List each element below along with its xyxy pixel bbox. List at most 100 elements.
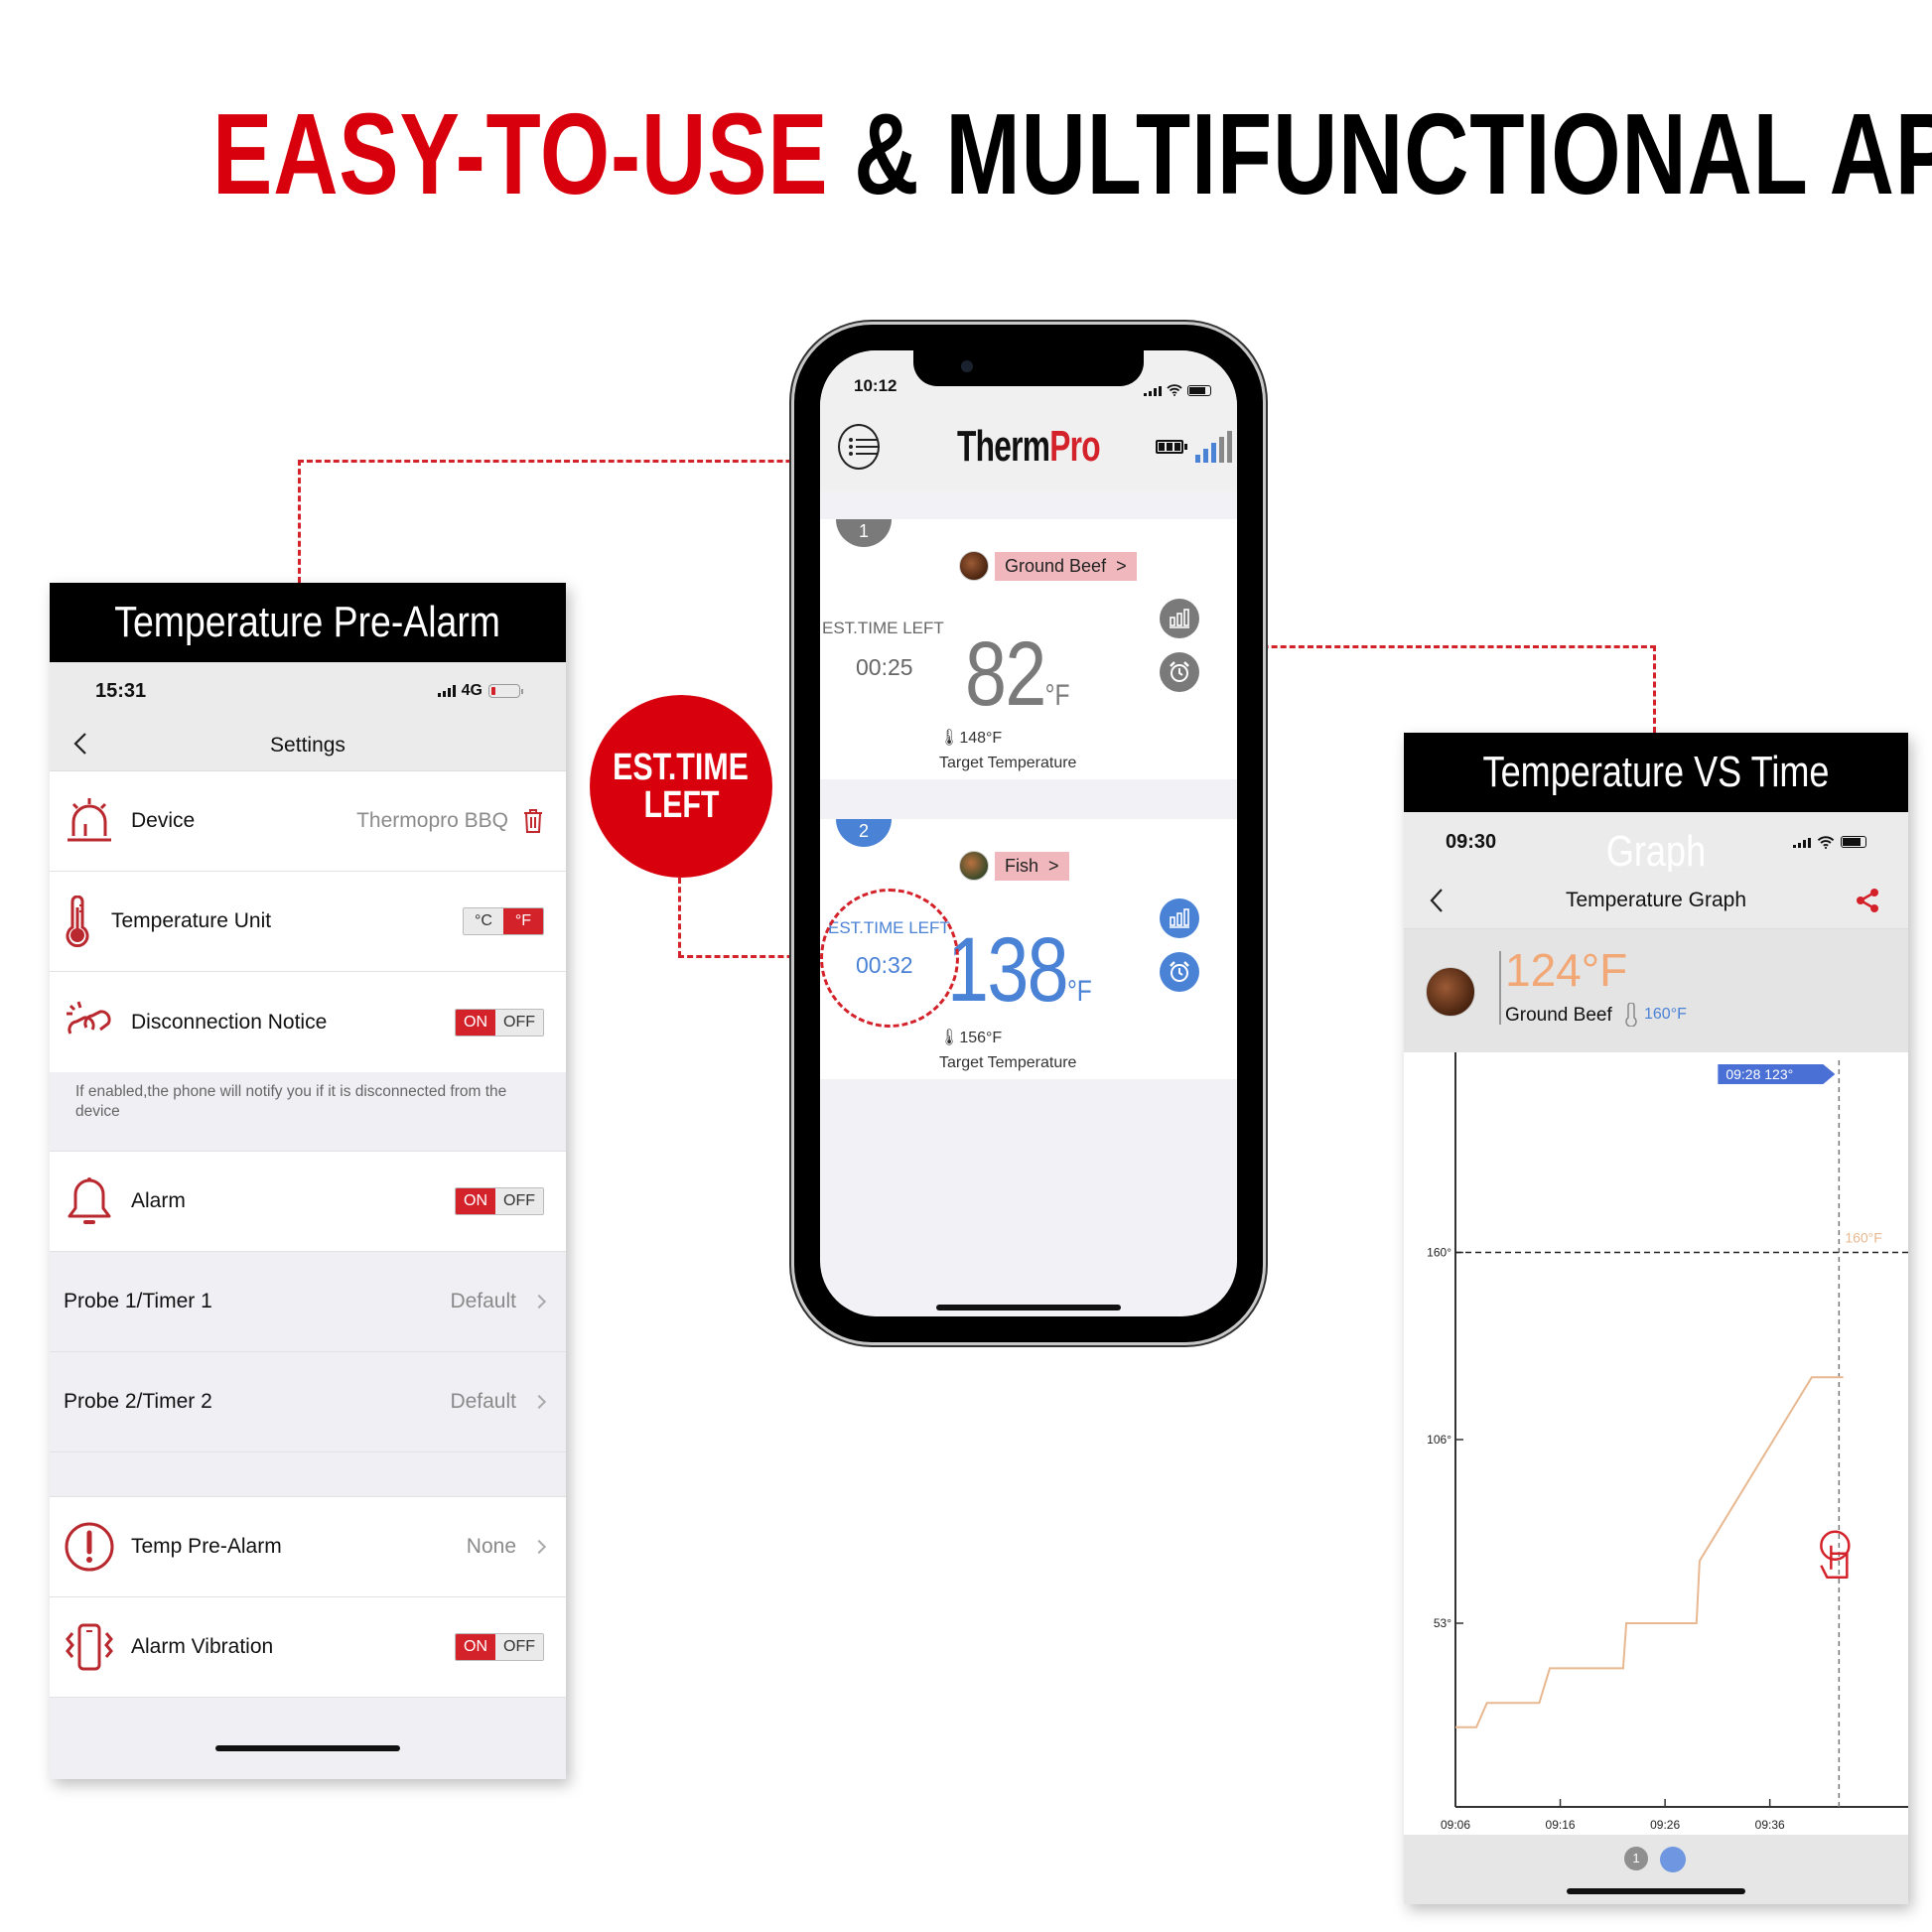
battery-icon (1841, 836, 1866, 848)
bar-chart-icon (1170, 609, 1189, 628)
connector-graph-horizontal (1199, 645, 1656, 648)
alarm-clock-button[interactable] (1160, 952, 1199, 992)
signal-icon (437, 685, 456, 697)
disconnection-label: Disconnection Notice (131, 1010, 328, 1034)
x-tick-label: 09:06 (1441, 1818, 1470, 1832)
settings-navbar: Settings (50, 720, 566, 771)
divider (1499, 951, 1501, 1025)
temperature-unit-toggle[interactable]: °C °F (463, 907, 544, 935)
connector-menu-horizontal (298, 460, 854, 463)
est-time-value: 00:25 (856, 654, 913, 680)
food-selector[interactable]: Fish > (959, 851, 1069, 881)
food-avatar (959, 551, 989, 581)
est-time-label: EST.TIME LEFT (822, 619, 944, 637)
status-bar: 15:31 4G (50, 662, 566, 720)
share-icon[interactable] (1855, 888, 1880, 913)
toggle-off[interactable]: OFF (495, 1009, 543, 1035)
food-name: Ground Beef (1005, 555, 1107, 576)
vibration-toggle[interactable]: ON OFF (455, 1633, 544, 1661)
disconnection-note: If enabled,the phone will notify you if … (50, 1072, 566, 1152)
series-line (1455, 1376, 1844, 1728)
food-name: Ground Beef (1505, 1005, 1612, 1026)
page-dot-1[interactable]: 1 (1624, 1847, 1648, 1870)
app-header: ThermPro (820, 402, 1237, 491)
target-temp: 160°F (1624, 1003, 1687, 1027)
toggle-on[interactable]: ON (456, 1009, 495, 1035)
graph-button[interactable] (1160, 599, 1199, 638)
y-tick-label: 160° (1427, 1246, 1451, 1260)
thermometer-icon (56, 894, 99, 949)
vibration-label: Alarm Vibration (131, 1635, 274, 1658)
section-spacer (50, 1452, 566, 1497)
alarm-toggle[interactable]: ON OFF (455, 1187, 544, 1215)
back-icon[interactable] (71, 732, 89, 756)
connector-est-vertical (678, 878, 681, 957)
phone-mockup: 10:12 ThermPro 1 Ground Beef > EST.TIME … (794, 325, 1263, 1342)
food-name: Fish (1005, 855, 1039, 876)
temperature-graph-panel: Temperature VS Time Graph 09:30 Temperat… (1404, 733, 1908, 1904)
pre-alarm-label: Temp Pre-Alarm (131, 1535, 282, 1558)
alarm-row: Alarm ON OFF (50, 1152, 566, 1252)
disconnection-toggle[interactable]: ON OFF (455, 1008, 544, 1036)
unit-fahrenheit[interactable]: °F (503, 908, 543, 934)
current-temp: 138°F (947, 919, 1092, 1021)
phone-time: 10:12 (854, 376, 897, 395)
toggle-off[interactable]: OFF (495, 1188, 543, 1214)
probe2-timer-row[interactable]: Probe 2/Timer 2 Default (50, 1352, 566, 1452)
unit-celsius[interactable]: °C (464, 908, 503, 934)
network-label: 4G (461, 682, 483, 699)
headline-part1: EASY-TO-USE (212, 89, 829, 218)
disconnection-notice-row: Disconnection Notice ON OFF (50, 972, 566, 1072)
est-time-highlight-circle (820, 889, 959, 1028)
toggle-on[interactable]: ON (456, 1188, 495, 1214)
probe1-timer-row[interactable]: Probe 1/Timer 1 Default (50, 1252, 566, 1352)
connector-graph-vertical (1653, 645, 1656, 733)
tooltip-text: 09:28 123° (1725, 1066, 1793, 1082)
bar-chart-icon (1170, 908, 1189, 928)
y-tick-label: 53° (1434, 1616, 1451, 1630)
wifi-icon (1167, 384, 1182, 396)
current-temp: 124°F (1505, 944, 1628, 996)
chevron-right-icon (531, 1394, 547, 1410)
menu-button[interactable] (838, 424, 880, 470)
alarm-clock-button[interactable] (1160, 652, 1199, 692)
temp-pre-alarm-row[interactable]: Temp Pre-Alarm None (50, 1497, 566, 1597)
callout-line2: LEFT (642, 784, 719, 826)
vibration-icon (62, 1619, 117, 1675)
target-line-label: 160°F (1845, 1230, 1882, 1246)
food-avatar (1426, 967, 1475, 1017)
battery-icon (1187, 384, 1211, 396)
alarm-vibration-row: Alarm Vibration ON OFF (50, 1597, 566, 1698)
est-time-left-callout: EST.TIME LEFT (590, 695, 772, 878)
food-selector[interactable]: Ground Beef > (959, 551, 1137, 581)
graph-button[interactable] (1160, 898, 1199, 938)
home-indicator (1567, 1888, 1745, 1894)
chevron-right-icon (531, 1294, 547, 1310)
device-label: Device (131, 809, 196, 832)
signal-strength-icon (1194, 431, 1232, 463)
toggle-on[interactable]: ON (456, 1634, 495, 1660)
trash-icon[interactable] (522, 808, 544, 834)
probe-card-1: 1 Ground Beef > EST.TIME LEFT 00:25 82°F… (820, 519, 1237, 779)
thermometer-icon (1625, 1003, 1637, 1027)
home-indicator (936, 1305, 1121, 1311)
back-icon[interactable] (1428, 888, 1446, 913)
device-value: Thermopro BBQ (356, 809, 508, 832)
target-temp-label: Target Temperature (939, 755, 1077, 771)
target-temp-label: Target Temperature (939, 1054, 1077, 1071)
temperature-unit-label: Temperature Unit (111, 909, 272, 932)
food-avatar (959, 851, 989, 881)
probe-info-bar: 124°F Ground Beef 160°F (1404, 929, 1908, 1052)
probe1-label: Probe 1/Timer 1 (64, 1290, 212, 1312)
alarm-clock-icon (1170, 961, 1189, 982)
page-dot-2[interactable] (1660, 1847, 1686, 1872)
device-row[interactable]: Device Thermopro BBQ (50, 771, 566, 872)
nav-title: Temperature Graph (1565, 888, 1747, 911)
temperature-unit-row: Temperature Unit °C °F (50, 872, 566, 972)
pre-alarm-value: None (466, 1535, 516, 1558)
target-temp: 🌡156°F (939, 1030, 1003, 1046)
broken-link-icon (62, 995, 117, 1050)
temperature-chart[interactable]: 53° 106° 160° 09:06 09:16 09:26 09:36 160°F 09:2… (1404, 1052, 1908, 1835)
y-tick-label: 106° (1427, 1433, 1451, 1447)
toggle-off[interactable]: OFF (495, 1634, 543, 1660)
